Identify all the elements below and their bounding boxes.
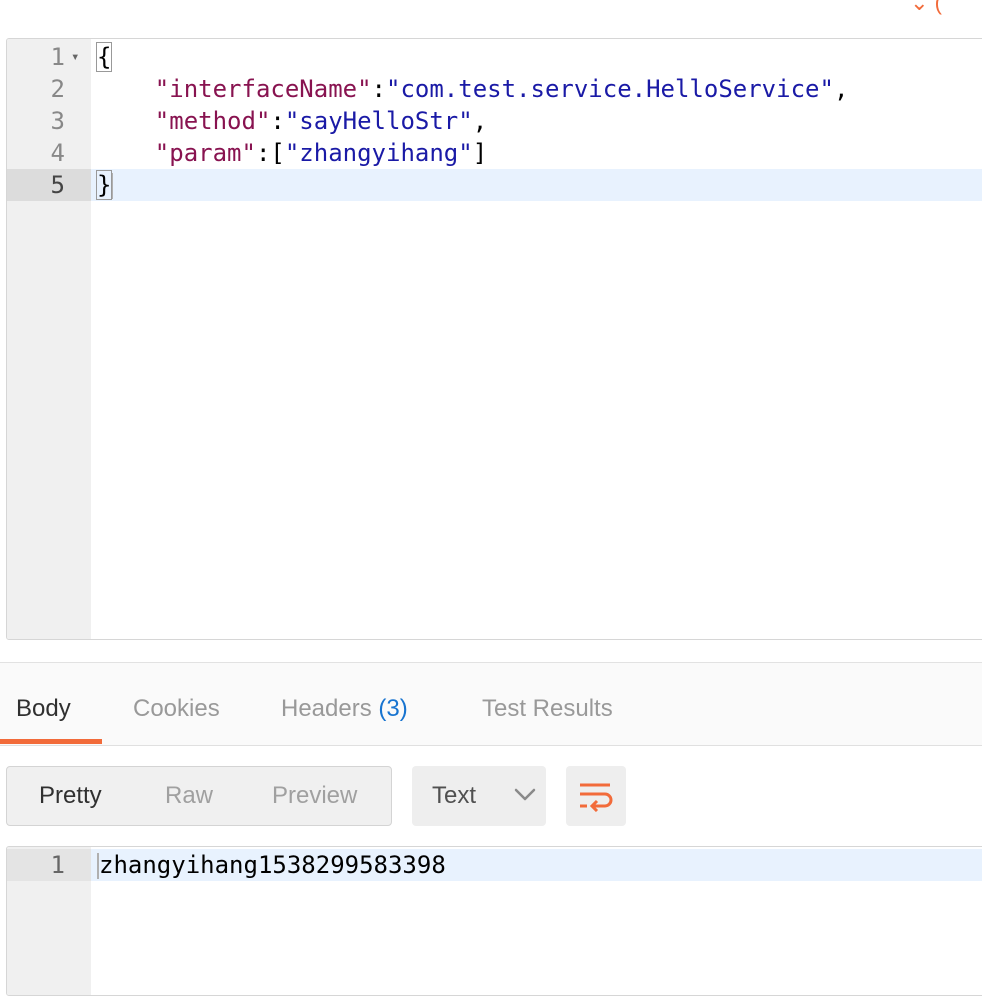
json-punctuation: :[ — [255, 139, 285, 167]
code-text: { — [95, 41, 113, 73]
response-line: 1 zhangyihang1538299583398 — [7, 849, 982, 881]
preview-button[interactable]: Preview — [272, 767, 357, 825]
json-punctuation: , — [833, 75, 849, 103]
tab-body[interactable]: Body — [16, 695, 71, 723]
json-punctuation: { — [95, 42, 113, 72]
format-select-value: Text — [432, 782, 477, 809]
json-key: "interfaceName" — [154, 75, 372, 103]
top-cutoff-text: ⌄ ( — [910, 0, 942, 15]
wrap-lines-icon — [580, 783, 613, 812]
json-punctuation — [97, 75, 155, 103]
line-number: 2 — [50, 75, 65, 103]
tab-headers-label: Headers — [281, 695, 372, 722]
response-body-viewer[interactable]: 1 zhangyihang1538299583398 — [6, 846, 982, 996]
code-text: } — [95, 169, 114, 201]
tab-cookies[interactable]: Cookies — [133, 695, 220, 723]
code-line[interactable]: 5} — [7, 169, 982, 201]
response-tabs: Body Cookies Headers (3) Test Results — [0, 663, 982, 746]
json-punctuation — [97, 107, 155, 135]
format-select[interactable]: Text — [412, 766, 546, 826]
json-key: "param" — [154, 139, 256, 167]
pretty-button[interactable]: Pretty — [39, 767, 102, 825]
json-punctuation: : — [371, 75, 386, 103]
tab-headers[interactable]: Headers (3) — [281, 695, 408, 723]
response-text: zhangyihang1538299583398 — [97, 851, 446, 879]
line-number: 5 — [7, 169, 91, 201]
code-text: "interfaceName":"com.test.service.HelloS… — [97, 73, 849, 105]
json-string: "zhangyihang" — [284, 139, 473, 167]
active-tab-underline — [0, 739, 102, 744]
view-mode-segmented-control: Pretty Raw Preview — [6, 766, 392, 826]
json-punctuation: : — [270, 107, 285, 135]
code-line[interactable]: 4 "param":["zhangyihang"] — [7, 137, 982, 169]
raw-button[interactable]: Raw — [165, 767, 213, 825]
wrap-lines-button[interactable] — [566, 766, 626, 826]
json-punctuation — [97, 139, 155, 167]
code-line[interactable]: 3 "method":"sayHelloStr", — [7, 105, 982, 137]
tab-test-results[interactable]: Test Results — [482, 695, 613, 723]
json-string: "com.test.service.HelloService" — [386, 75, 834, 103]
chevron-down-icon — [514, 788, 536, 801]
code-line[interactable]: 2 "interfaceName":"com.test.service.Hell… — [7, 73, 982, 105]
json-string: "sayHelloStr" — [284, 107, 473, 135]
code-text: "method":"sayHelloStr", — [97, 105, 487, 137]
json-key: "method" — [154, 107, 271, 135]
line-number: 4 — [50, 139, 65, 167]
code-line[interactable]: 1 ▾{ — [7, 41, 982, 73]
text-cursor — [111, 173, 114, 199]
headers-count-badge: (3) — [378, 695, 408, 722]
json-punctuation: ] — [472, 139, 488, 167]
line-number: 1 — [7, 849, 91, 881]
request-body-editor[interactable]: 1 ▾{2 "interfaceName":"com.test.service.H… — [6, 38, 982, 640]
code-text: "param":["zhangyihang"] — [97, 137, 487, 169]
json-punctuation: } — [95, 170, 113, 200]
json-punctuation: , — [472, 107, 488, 135]
line-number: 3 — [50, 107, 65, 135]
fold-arrow-icon[interactable]: ▾ — [71, 41, 79, 73]
